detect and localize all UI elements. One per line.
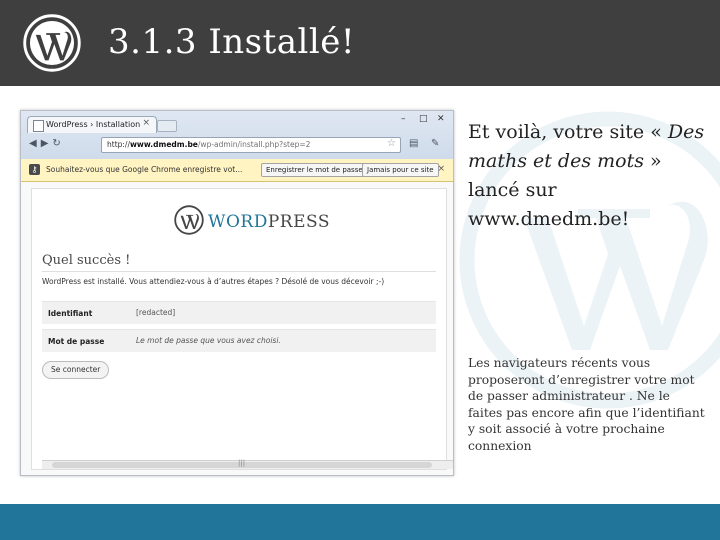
success-title: Quel succès ! [42,253,131,268]
tab-close-icon[interactable]: × [142,118,150,128]
username-label: Identifiant [48,309,93,318]
url-host: www.dmedm.be [129,140,198,149]
bookmark-star-icon[interactable]: ☆ [387,138,396,149]
nav-buttons: ◀▶↻ [29,138,65,149]
password-label: Mot de passe [48,337,105,346]
username-value: [redacted] [136,308,176,317]
url-text: http://www.dmedm.be/wp-admin/install.php… [107,140,310,149]
slide-title: 3.1.3 Installé! [108,22,356,62]
wordmark-press: PRESS [267,212,330,232]
reload-icon[interactable]: ↻ [52,138,64,149]
url-scheme: http:// [107,140,130,149]
scrollbar-grip-icon: ||| [238,459,246,467]
divider [42,271,436,272]
username-row: Identifiant [redacted] [42,301,436,324]
wordpress-page: WORDPRESS Quel succès ! WordPress est in… [21,182,453,475]
login-button[interactable]: Se connecter [42,361,110,379]
browser-tab[interactable]: WordPress › Installation × [27,116,157,133]
browser-toolbar: WordPress › Installation × – □ ✕ ◀▶↻ htt… [21,111,453,160]
never-save-button[interactable]: Jamais pour ce site [362,163,439,177]
maximize-icon[interactable]: □ [419,114,428,124]
page-favicon-icon [33,120,44,132]
back-icon[interactable]: ◀ [29,138,41,149]
minimize-icon[interactable]: – [401,114,406,124]
wordmark-word: WORD [208,212,268,232]
url-path: /wp-admin/install.php?step=2 [197,140,311,149]
install-success-card: WORDPRESS Quel succès ! WordPress est in… [31,188,453,470]
password-value: Le mot de passe que vous avez choisi. [136,336,281,345]
success-message: WordPress est installé. Vous attendiez-v… [42,277,385,286]
new-tab-button[interactable] [157,120,177,132]
caption-pre: Et voilà, votre site « [468,121,668,143]
footer-bar [0,504,720,540]
infobar-text: Souhaitez-vous que Google Chrome enregis… [46,165,243,174]
slide-header: 3.1.3 Installé! [0,0,720,86]
browser-password-note: Les navigateurs récents vous proposeront… [468,356,705,453]
infobar-close-icon[interactable]: × [437,164,445,174]
horizontal-scrollbar[interactable]: ||| [42,459,453,469]
forward-icon[interactable]: ▶ [41,138,53,149]
main-caption: Et voilà, votre site « Des maths et des … [468,118,708,234]
wordpress-wordmark: WORDPRESS [208,212,330,232]
wordpress-logo-icon [23,14,81,72]
save-password-button[interactable]: Enregistrer le mot de passe [261,163,368,177]
wrench-icon[interactable]: ✎ [431,138,439,149]
wordpress-logo-icon [174,205,204,235]
page-menu-icon[interactable]: ▤ [409,138,418,149]
key-icon: ⚷ [29,164,40,175]
tab-title: WordPress › Installation [46,120,141,129]
address-bar[interactable]: http://www.dmedm.be/wp-admin/install.php… [101,137,401,153]
password-row: Mot de passe Le mot de passe que vous av… [42,329,436,352]
password-save-infobar: ⚷ Souhaitez-vous que Google Chrome enreg… [21,159,453,182]
browser-screenshot: WordPress › Installation × – □ ✕ ◀▶↻ htt… [20,110,454,476]
close-window-icon[interactable]: ✕ [437,114,445,124]
